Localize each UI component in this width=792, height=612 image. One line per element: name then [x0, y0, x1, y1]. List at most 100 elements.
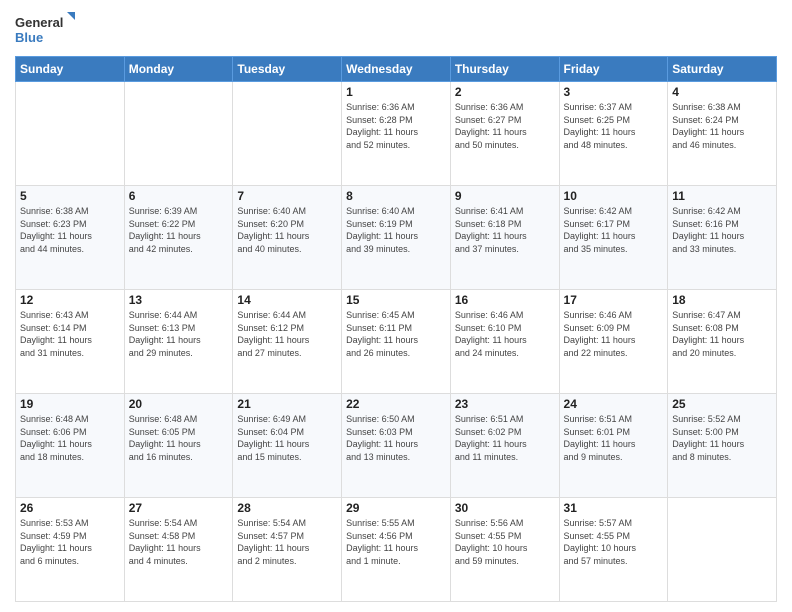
calendar-cell: 26Sunrise: 5:53 AM Sunset: 4:59 PM Dayli…	[16, 498, 125, 602]
calendar-cell: 9 Sunrise: 6:41 AM Sunset: 6:18 PM Daylig…	[450, 186, 559, 290]
day-number: 9	[455, 189, 555, 203]
day-info: Sunrise: 6:41 AM Sunset: 6:18 PM Dayligh…	[455, 205, 555, 255]
day-info: Sunrise: 5:54 AM Sunset: 4:57 PM Dayligh…	[237, 517, 337, 567]
weekday-header-sunday: Sunday	[16, 57, 125, 82]
weekday-header-tuesday: Tuesday	[233, 57, 342, 82]
day-info: Sunrise: 6:36 AM Sunset: 6:27 PM Dayligh…	[455, 101, 555, 151]
calendar-cell: 1 Sunrise: 6:36 AM Sunset: 6:28 PM Daylig…	[342, 82, 451, 186]
calendar-cell	[233, 82, 342, 186]
calendar-cell: 2 Sunrise: 6:36 AM Sunset: 6:27 PM Daylig…	[450, 82, 559, 186]
logo-graphic: General Blue	[15, 10, 75, 50]
calendar-cell: 10Sunrise: 6:42 AM Sunset: 6:17 PM Dayli…	[559, 186, 668, 290]
day-info: Sunrise: 5:52 AM Sunset: 5:00 PM Dayligh…	[672, 413, 772, 463]
day-info: Sunrise: 5:55 AM Sunset: 4:56 PM Dayligh…	[346, 517, 446, 567]
logo: General Blue	[15, 10, 75, 50]
day-info: Sunrise: 6:43 AM Sunset: 6:14 PM Dayligh…	[20, 309, 120, 359]
day-info: Sunrise: 6:46 AM Sunset: 6:10 PM Dayligh…	[455, 309, 555, 359]
day-number: 19	[20, 397, 120, 411]
day-info: Sunrise: 6:42 AM Sunset: 6:17 PM Dayligh…	[564, 205, 664, 255]
day-info: Sunrise: 6:36 AM Sunset: 6:28 PM Dayligh…	[346, 101, 446, 151]
day-number: 20	[129, 397, 229, 411]
day-info: Sunrise: 6:50 AM Sunset: 6:03 PM Dayligh…	[346, 413, 446, 463]
day-info: Sunrise: 6:44 AM Sunset: 6:13 PM Dayligh…	[129, 309, 229, 359]
calendar-cell: 3 Sunrise: 6:37 AM Sunset: 6:25 PM Daylig…	[559, 82, 668, 186]
day-number: 28	[237, 501, 337, 515]
day-info: Sunrise: 6:46 AM Sunset: 6:09 PM Dayligh…	[564, 309, 664, 359]
calendar-cell: 6 Sunrise: 6:39 AM Sunset: 6:22 PM Daylig…	[124, 186, 233, 290]
svg-text:General: General	[15, 15, 63, 30]
day-number: 22	[346, 397, 446, 411]
day-info: Sunrise: 5:53 AM Sunset: 4:59 PM Dayligh…	[20, 517, 120, 567]
day-number: 3	[564, 85, 664, 99]
day-info: Sunrise: 6:48 AM Sunset: 6:05 PM Dayligh…	[129, 413, 229, 463]
calendar-cell: 5Sunrise: 6:38 AM Sunset: 6:23 PM Daylig…	[16, 186, 125, 290]
weekday-header-saturday: Saturday	[668, 57, 777, 82]
day-info: Sunrise: 6:51 AM Sunset: 6:01 PM Dayligh…	[564, 413, 664, 463]
day-info: Sunrise: 6:38 AM Sunset: 6:24 PM Dayligh…	[672, 101, 772, 151]
weekday-header-monday: Monday	[124, 57, 233, 82]
day-info: Sunrise: 6:37 AM Sunset: 6:25 PM Dayligh…	[564, 101, 664, 151]
calendar-cell: 8Sunrise: 6:40 AM Sunset: 6:19 PM Daylig…	[342, 186, 451, 290]
day-info: Sunrise: 6:51 AM Sunset: 6:02 PM Dayligh…	[455, 413, 555, 463]
calendar-cell: 30Sunrise: 5:56 AM Sunset: 4:55 PM Dayli…	[450, 498, 559, 602]
day-number: 18	[672, 293, 772, 307]
day-number: 5	[20, 189, 120, 203]
calendar-cell	[124, 82, 233, 186]
calendar-cell: 20 Sunrise: 6:48 AM Sunset: 6:05 PM Dayli…	[124, 394, 233, 498]
day-info: Sunrise: 6:45 AM Sunset: 6:11 PM Dayligh…	[346, 309, 446, 359]
calendar-cell: 23 Sunrise: 6:51 AM Sunset: 6:02 PM Dayli…	[450, 394, 559, 498]
calendar-cell: 16Sunrise: 6:46 AM Sunset: 6:10 PM Dayli…	[450, 290, 559, 394]
day-number: 2	[455, 85, 555, 99]
calendar-cell: 4 Sunrise: 6:38 AM Sunset: 6:24 PM Daylig…	[668, 82, 777, 186]
day-info: Sunrise: 5:57 AM Sunset: 4:55 PM Dayligh…	[564, 517, 664, 567]
calendar-cell: 13 Sunrise: 6:44 AM Sunset: 6:13 PM Dayli…	[124, 290, 233, 394]
calendar-cell: 29 Sunrise: 5:55 AM Sunset: 4:56 PM Dayli…	[342, 498, 451, 602]
day-info: Sunrise: 6:42 AM Sunset: 6:16 PM Dayligh…	[672, 205, 772, 255]
weekday-header-wednesday: Wednesday	[342, 57, 451, 82]
day-number: 31	[564, 501, 664, 515]
day-info: Sunrise: 6:48 AM Sunset: 6:06 PM Dayligh…	[20, 413, 120, 463]
calendar-cell: 19 Sunrise: 6:48 AM Sunset: 6:06 PM Dayli…	[16, 394, 125, 498]
day-info: Sunrise: 5:54 AM Sunset: 4:58 PM Dayligh…	[129, 517, 229, 567]
calendar-cell: 31 Sunrise: 5:57 AM Sunset: 4:55 PM Dayli…	[559, 498, 668, 602]
day-number: 27	[129, 501, 229, 515]
calendar-cell: 7Sunrise: 6:40 AM Sunset: 6:20 PM Daylig…	[233, 186, 342, 290]
day-number: 21	[237, 397, 337, 411]
calendar-cell: 14 Sunrise: 6:44 AM Sunset: 6:12 PM Dayli…	[233, 290, 342, 394]
day-number: 13	[129, 293, 229, 307]
day-number: 29	[346, 501, 446, 515]
day-number: 6	[129, 189, 229, 203]
calendar-cell: 12 Sunrise: 6:43 AM Sunset: 6:14 PM Dayli…	[16, 290, 125, 394]
day-number: 1	[346, 85, 446, 99]
calendar-cell: 17 Sunrise: 6:46 AM Sunset: 6:09 PM Dayli…	[559, 290, 668, 394]
calendar-cell: 27 Sunrise: 5:54 AM Sunset: 4:58 PM Dayli…	[124, 498, 233, 602]
calendar-cell	[16, 82, 125, 186]
calendar-cell	[668, 498, 777, 602]
day-info: Sunrise: 6:49 AM Sunset: 6:04 PM Dayligh…	[237, 413, 337, 463]
day-number: 7	[237, 189, 337, 203]
svg-text:Blue: Blue	[15, 30, 43, 45]
day-number: 17	[564, 293, 664, 307]
day-number: 4	[672, 85, 772, 99]
calendar-cell: 24 Sunrise: 6:51 AM Sunset: 6:01 PM Dayli…	[559, 394, 668, 498]
day-number: 24	[564, 397, 664, 411]
day-number: 15	[346, 293, 446, 307]
day-info: Sunrise: 5:56 AM Sunset: 4:55 PM Dayligh…	[455, 517, 555, 567]
day-info: Sunrise: 6:44 AM Sunset: 6:12 PM Dayligh…	[237, 309, 337, 359]
calendar-cell: 28 Sunrise: 5:54 AM Sunset: 4:57 PM Dayli…	[233, 498, 342, 602]
calendar-cell: 15 Sunrise: 6:45 AM Sunset: 6:11 PM Dayli…	[342, 290, 451, 394]
day-info: Sunrise: 6:39 AM Sunset: 6:22 PM Dayligh…	[129, 205, 229, 255]
calendar-table: SundayMondayTuesdayWednesdayThursdayFrid…	[15, 56, 777, 602]
day-number: 11	[672, 189, 772, 203]
day-number: 14	[237, 293, 337, 307]
day-info: Sunrise: 6:47 AM Sunset: 6:08 PM Dayligh…	[672, 309, 772, 359]
weekday-header-thursday: Thursday	[450, 57, 559, 82]
day-info: Sunrise: 6:40 AM Sunset: 6:19 PM Dayligh…	[346, 205, 446, 255]
calendar-cell: 21 Sunrise: 6:49 AM Sunset: 6:04 PM Dayli…	[233, 394, 342, 498]
calendar-cell: 25Sunrise: 5:52 AM Sunset: 5:00 PM Dayli…	[668, 394, 777, 498]
day-number: 12	[20, 293, 120, 307]
calendar-cell: 22 Sunrise: 6:50 AM Sunset: 6:03 PM Dayli…	[342, 394, 451, 498]
calendar-cell: 18 Sunrise: 6:47 AM Sunset: 6:08 PM Dayli…	[668, 290, 777, 394]
day-number: 23	[455, 397, 555, 411]
calendar-cell: 11 Sunrise: 6:42 AM Sunset: 6:16 PM Dayli…	[668, 186, 777, 290]
